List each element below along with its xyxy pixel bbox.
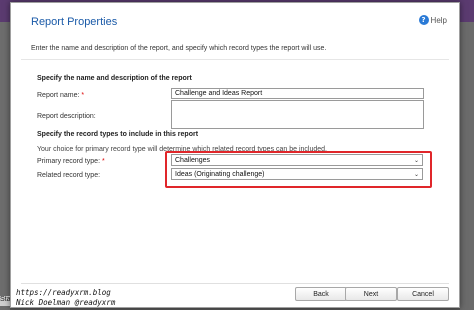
back-button[interactable]: Back <box>295 287 347 301</box>
report-description-textarea[interactable] <box>171 100 424 129</box>
dialog-instructions: Enter the name and description of the re… <box>31 45 327 52</box>
report-name-input[interactable]: Challenge and Ideas Report <box>171 88 424 99</box>
watermark-url: https://readyxrm.blog <box>16 288 111 297</box>
section-record-types-title: Specify the record types to include in t… <box>37 131 199 138</box>
record-type-highlight-box <box>165 151 432 188</box>
background-right-strip <box>460 22 474 310</box>
header-divider <box>21 59 449 60</box>
next-button[interactable]: Next <box>345 287 397 301</box>
help-label: Help <box>430 15 447 25</box>
dialog-title: Report Properties <box>31 16 118 28</box>
report-properties-dialog: Report Properties ? Help Enter the name … <box>10 2 460 308</box>
required-marker: * <box>102 158 105 165</box>
help-link[interactable]: ? Help <box>418 15 447 25</box>
watermark-author: Nick Doelman @readyxrm <box>16 298 116 307</box>
background-left-strip <box>0 22 10 310</box>
primary-record-type-label: Primary record type: * <box>37 158 105 165</box>
footer-divider <box>21 283 449 284</box>
report-name-label: Report name: * <box>37 92 85 99</box>
help-icon: ? <box>418 15 429 25</box>
section-name-description-title: Specify the name and description of the … <box>37 75 192 82</box>
cancel-button[interactable]: Cancel <box>397 287 449 301</box>
required-marker: * <box>81 92 85 99</box>
related-record-type-label: Related record type: <box>37 172 101 179</box>
report-description-label: Report description: <box>37 113 96 120</box>
